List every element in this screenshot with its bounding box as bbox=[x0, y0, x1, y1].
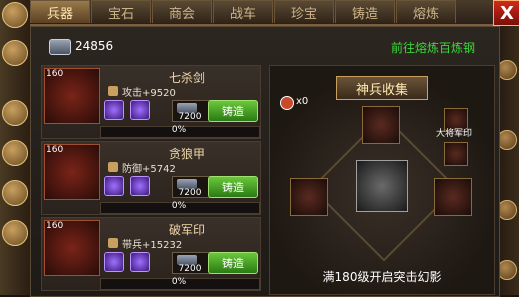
goto-smelt-link[interactable]: 前往熔炼百炼钢 bbox=[391, 39, 475, 56]
sword-icon bbox=[108, 86, 118, 96]
progress-percent: 0% bbox=[171, 201, 187, 211]
progress-percent: 0% bbox=[171, 125, 187, 135]
tab-gems[interactable]: 宝石 bbox=[91, 0, 151, 23]
item-cost: 7200 bbox=[178, 112, 202, 122]
item-cost: 7200 bbox=[178, 264, 202, 274]
item-level: 160 bbox=[46, 221, 64, 231]
tab-smelt[interactable]: 熔炼 bbox=[396, 0, 456, 23]
left-menu-icon-3[interactable] bbox=[2, 100, 28, 126]
progress-percent: 0% bbox=[171, 277, 187, 287]
seal-slot-icon[interactable] bbox=[434, 178, 472, 216]
armor-slot-icon[interactable] bbox=[290, 178, 328, 216]
forge-button[interactable]: 铸造 bbox=[208, 252, 258, 274]
crossed-swords-icon[interactable] bbox=[356, 160, 408, 212]
left-menu-icon-5[interactable] bbox=[2, 180, 28, 206]
tab-forge[interactable]: 铸造 bbox=[335, 0, 395, 23]
tab-chariot[interactable]: 战车 bbox=[213, 0, 273, 23]
gem-slot-icon[interactable] bbox=[104, 100, 124, 120]
sword-slot-icon[interactable] bbox=[362, 106, 400, 144]
hammer-icon bbox=[280, 96, 294, 110]
left-menu-icon-6[interactable] bbox=[2, 220, 28, 246]
weapons-panel: 24856 前往熔炼百炼钢 160 七杀剑 攻击+9520 7200 铸造 0%… bbox=[30, 26, 500, 297]
item-row: 160 七杀剑 攻击+9520 7200 铸造 0% bbox=[41, 65, 261, 139]
hammer-count: x0 bbox=[296, 96, 309, 107]
tab-bar: 兵器 宝石 商会 战车 珍宝 铸造 熔炼 bbox=[30, 0, 496, 26]
left-menu-icon-4[interactable] bbox=[2, 140, 28, 166]
unlock-text: 满180级开启突击幻影 bbox=[322, 270, 442, 284]
collection-pane: 神兵收集 x0 大将军印 满180级开启突击幻影 bbox=[269, 65, 495, 295]
left-sidebar bbox=[0, 0, 30, 295]
item-row: 160 贪狼甲 防御+5742 7200 铸造 0% bbox=[41, 141, 261, 215]
seal-icon bbox=[108, 238, 118, 248]
item-level: 160 bbox=[46, 145, 64, 155]
collection-title: 神兵收集 bbox=[336, 76, 428, 100]
item-stat: 防御+5742 bbox=[122, 164, 176, 175]
item-stat: 带兵+15232 bbox=[122, 240, 183, 251]
forge-button[interactable]: 铸造 bbox=[208, 176, 258, 198]
gem-slot-icon[interactable] bbox=[130, 176, 150, 196]
seal-label: 大将军印 bbox=[436, 129, 473, 139]
item-level: 160 bbox=[46, 69, 64, 79]
right-menu-icon-1[interactable] bbox=[497, 60, 517, 80]
gem-slot-icon[interactable] bbox=[104, 176, 124, 196]
iron-amount: 24856 bbox=[75, 39, 114, 53]
gem-slot-icon[interactable] bbox=[130, 252, 150, 272]
currency-bar: 24856 前往熔炼百炼钢 bbox=[31, 27, 499, 65]
gem-slot-icon[interactable] bbox=[104, 252, 124, 272]
right-menu-icon-2[interactable] bbox=[497, 130, 517, 150]
shield-icon bbox=[108, 162, 118, 172]
right-sidebar bbox=[497, 0, 519, 295]
item-stat: 攻击+9520 bbox=[122, 88, 176, 99]
right-menu-icon-4[interactable] bbox=[497, 260, 517, 280]
left-menu-icon-1[interactable] bbox=[2, 2, 28, 28]
close-button[interactable]: X bbox=[493, 0, 519, 26]
item-cost: 7200 bbox=[178, 188, 202, 198]
tab-treasure[interactable]: 珍宝 bbox=[274, 0, 334, 23]
gem-slot-icon[interactable] bbox=[130, 100, 150, 120]
right-menu-icon-3[interactable] bbox=[497, 200, 517, 220]
forge-button[interactable]: 铸造 bbox=[208, 100, 258, 122]
tab-weapons[interactable]: 兵器 bbox=[30, 0, 90, 23]
item-row: 160 破军印 带兵+15232 7200 铸造 0% bbox=[41, 217, 261, 291]
left-menu-icon-2[interactable] bbox=[2, 40, 28, 66]
cube-icon[interactable] bbox=[444, 142, 468, 166]
tab-guild[interactable]: 商会 bbox=[152, 0, 212, 23]
iron-ingot-icon bbox=[49, 39, 71, 55]
